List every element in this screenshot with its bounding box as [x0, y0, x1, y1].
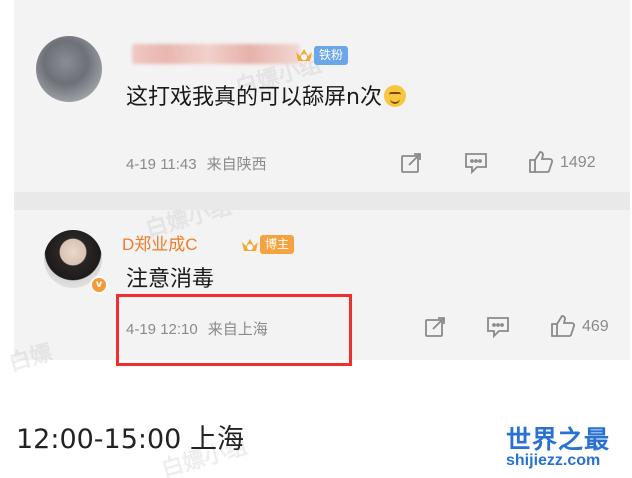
weibo-comment-screenshot: 白嫖小组 白嫖小组 白嫖 铁粉 这打戏我真的可以舔屏n次 4-19 11:43 来…	[6, 0, 630, 376]
comment-location: 来自陕西	[206, 156, 267, 173]
grin-emoji-icon	[383, 85, 406, 107]
comment-icon[interactable]	[486, 316, 510, 338]
like-count: 1492	[560, 154, 596, 171]
comment-item: 铁粉 这打戏我真的可以舔屏n次 4-19 11:43 来自陕西 1492	[14, 0, 630, 192]
comment-meta: 4-19 11:43 来自陕西	[126, 153, 267, 174]
logo-text: 世界之最	[506, 425, 611, 454]
repost-icon[interactable]	[400, 152, 422, 174]
comment-time: 4-19 11:43	[126, 156, 197, 173]
site-logo: 世界之最 shijiezz.com	[500, 420, 628, 472]
comment-icon[interactable]	[464, 152, 488, 174]
comment-text: 注意消毒	[126, 267, 215, 292]
comment-divider	[14, 192, 630, 210]
verified-badge-icon: v	[90, 276, 108, 294]
fan-badge: 铁粉	[314, 46, 349, 65]
avatar[interactable]	[36, 36, 102, 102]
repost-icon[interactable]	[424, 316, 446, 338]
thumbs-up-icon[interactable]	[528, 150, 554, 174]
username-blurred[interactable]	[132, 44, 300, 64]
like-count: 469	[582, 318, 609, 335]
highlight-box	[116, 294, 352, 366]
comment-text: 这打戏我真的可以舔屏n次	[126, 84, 406, 112]
crown-level-icon	[294, 46, 314, 64]
thumbs-up-icon[interactable]	[550, 314, 576, 338]
blogger-badge: 博主	[260, 235, 295, 254]
crown-level-icon	[240, 236, 260, 254]
username[interactable]: D郑业成C	[122, 234, 198, 256]
watermark: 白嫖	[6, 340, 56, 377]
caption: 12:00-15:00 上海	[16, 424, 244, 455]
logo-domain: shijiezz.com	[506, 452, 601, 469]
